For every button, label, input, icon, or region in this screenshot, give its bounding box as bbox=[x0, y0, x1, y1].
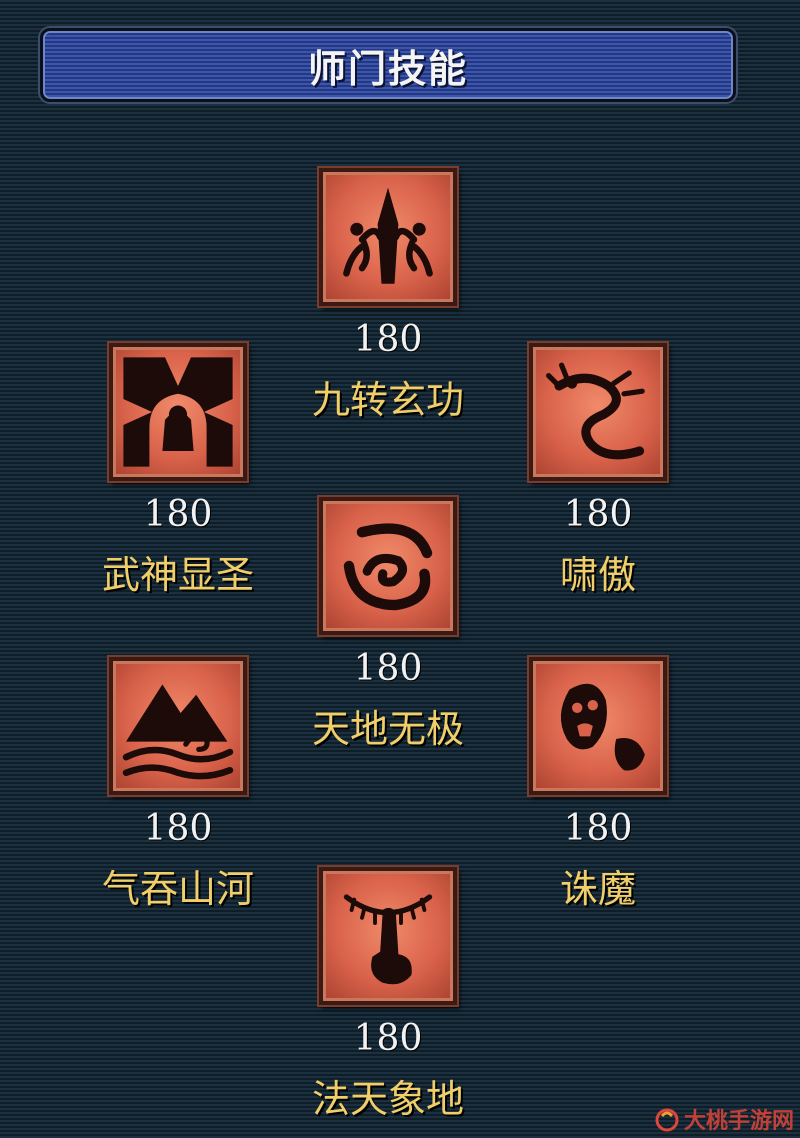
warrior-sword-icon[interactable] bbox=[319, 168, 457, 306]
skill-level: 180 bbox=[563, 494, 633, 535]
praying-hand-icon[interactable] bbox=[319, 867, 457, 1005]
watermark: 大桃手游网 bbox=[654, 1104, 794, 1134]
skill-level: 180 bbox=[353, 648, 423, 689]
skill-xiaoao[interactable]: 180 啸傲 bbox=[478, 343, 718, 597]
skill-name: 天地无极 bbox=[311, 707, 464, 751]
mountain-wave-icon[interactable] bbox=[109, 657, 247, 795]
skill-level: 180 bbox=[143, 494, 213, 535]
ghost-icon[interactable] bbox=[529, 657, 667, 795]
skill-level: 180 bbox=[143, 808, 213, 849]
skill-wushenxiansheng[interactable]: 180 武神显圣 bbox=[58, 343, 298, 597]
title-bar: 师门技能 bbox=[40, 28, 736, 102]
skill-name: 九转玄功 bbox=[311, 378, 464, 422]
skill-name: 法天象地 bbox=[311, 1077, 464, 1121]
dragon-icon[interactable] bbox=[529, 343, 667, 481]
skill-zhumo[interactable]: 180 诛魔 bbox=[478, 657, 718, 911]
peach-logo-icon bbox=[655, 1108, 679, 1132]
watermark-text: 大桃手游网 bbox=[683, 1109, 794, 1134]
radiant-god-icon[interactable] bbox=[109, 343, 247, 481]
skill-name: 武神显圣 bbox=[101, 553, 254, 597]
skill-name: 气吞山河 bbox=[101, 867, 254, 911]
vortex-icon[interactable] bbox=[319, 497, 457, 635]
skill-level: 180 bbox=[353, 1018, 423, 1059]
skill-fatianxiangdi[interactable]: 180 法天象地 bbox=[268, 867, 508, 1121]
skill-level: 180 bbox=[353, 319, 423, 360]
skill-name: 诛魔 bbox=[559, 867, 636, 911]
skill-level: 180 bbox=[563, 808, 633, 849]
skill-tiandiwuji[interactable]: 180 天地无极 bbox=[268, 497, 508, 751]
skill-name: 啸傲 bbox=[559, 553, 636, 597]
skill-jiuzhuanxuangong[interactable]: 180 九转玄功 bbox=[268, 168, 508, 422]
skill-qitunshanhe[interactable]: 180 气吞山河 bbox=[58, 657, 298, 911]
panel-title: 师门技能 bbox=[307, 46, 468, 91]
